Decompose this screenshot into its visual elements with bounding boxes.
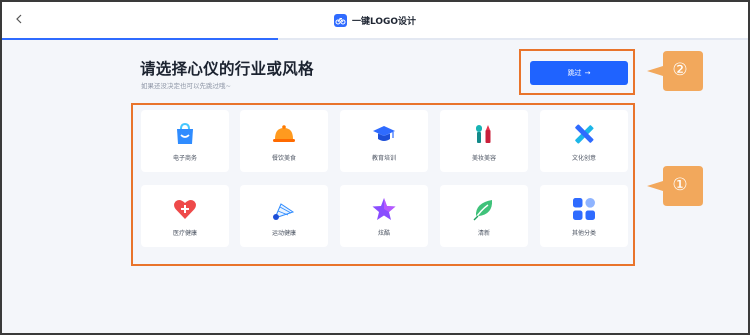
page-subtitle: 如果还没决定也可以先跳过哦~ bbox=[141, 82, 231, 90]
callout-2: ② bbox=[643, 49, 705, 93]
category-label: 美妆美容 bbox=[471, 154, 496, 162]
category-label: 清新 bbox=[477, 229, 490, 237]
leaf-icon bbox=[473, 199, 493, 220]
category-card-ecommerce[interactable]: 电子商务 bbox=[141, 110, 229, 172]
arrow-right-icon: → bbox=[584, 69, 591, 77]
category-card-food[interactable]: 餐饮美食 bbox=[240, 110, 328, 172]
shopping-bag-icon bbox=[177, 122, 193, 144]
callout-2-number: ② bbox=[672, 60, 688, 80]
star-icon bbox=[372, 197, 396, 220]
category-card-beauty[interactable]: 美妆美容 bbox=[440, 110, 528, 172]
page-title: 请选择心仪的行业或风格 bbox=[140, 60, 314, 78]
lipstick-icon bbox=[476, 124, 491, 143]
app-title: 一键LOGO设计 bbox=[333, 13, 417, 27]
bike-logo-icon bbox=[333, 13, 347, 27]
back-button[interactable] bbox=[12, 12, 26, 26]
pen-ruler-icon bbox=[575, 124, 594, 143]
heart-plus-icon bbox=[174, 199, 196, 219]
category-card-medical[interactable]: 医疗健康 bbox=[141, 185, 229, 247]
callout-1: ① bbox=[643, 164, 705, 208]
category-card-culture[interactable]: 文化创意 bbox=[540, 110, 628, 172]
grid-squares-icon bbox=[573, 197, 595, 220]
category-label: 运动健康 bbox=[271, 229, 296, 237]
progress-bar bbox=[2, 38, 748, 40]
skip-button[interactable]: 跳过 → bbox=[530, 61, 628, 85]
category-card-other[interactable]: 其他分类 bbox=[540, 185, 628, 247]
category-label: 其他分类 bbox=[571, 229, 596, 237]
category-card-fresh[interactable]: 清新 bbox=[440, 185, 528, 247]
category-label: 文化创意 bbox=[571, 154, 596, 162]
category-label: 医疗健康 bbox=[172, 229, 197, 237]
shuttlecock-icon bbox=[273, 202, 295, 220]
category-label: 电子商务 bbox=[172, 154, 197, 162]
chevron-left-icon bbox=[16, 14, 22, 24]
category-label: 教育培训 bbox=[371, 154, 396, 162]
top-bar: 一键LOGO设计 bbox=[2, 2, 748, 38]
category-label: 炫酷 bbox=[377, 229, 390, 237]
callout-1-number: ① bbox=[672, 175, 688, 195]
skip-label: 跳过 bbox=[567, 69, 582, 77]
category-label: 餐饮美食 bbox=[271, 154, 296, 162]
graduation-cap-icon bbox=[373, 125, 395, 141]
category-card-sports[interactable]: 运动健康 bbox=[240, 185, 328, 247]
app-window: 一键LOGO设计 请选择心仪的行业或风格 如果还没决定也可以先跳过哦~ 跳过 →… bbox=[0, 0, 750, 335]
category-card-cool[interactable]: 炫酷 bbox=[340, 185, 428, 247]
app-title-text: 一键LOGO设计 bbox=[351, 16, 417, 27]
progress-fill bbox=[2, 38, 279, 40]
category-card-education[interactable]: 教育培训 bbox=[340, 110, 428, 172]
food-cloche-icon bbox=[273, 124, 295, 142]
